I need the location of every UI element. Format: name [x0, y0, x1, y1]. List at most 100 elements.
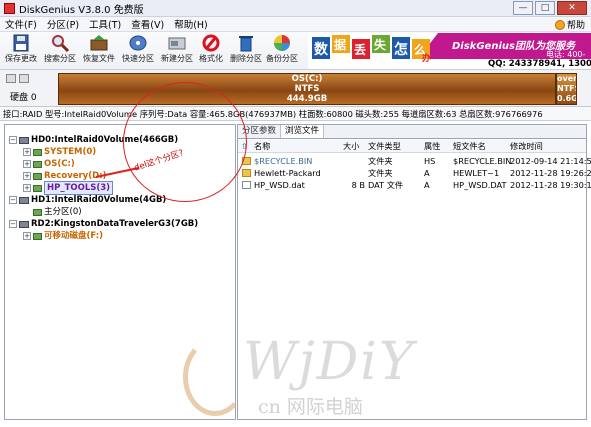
tree-item-primary-partition[interactable]: 主分区(0) — [33, 206, 82, 218]
file-size: 8 B — [351, 180, 365, 190]
expand-icon[interactable]: + — [23, 160, 31, 168]
col-short-name[interactable]: 短文件名 — [453, 140, 486, 152]
expand-icon[interactable]: + — [23, 184, 31, 192]
tree-label-rd2: RD2:KingstonDataTravelerG3(7GB) — [31, 219, 199, 229]
watermark-swoosh — [183, 338, 247, 416]
tree-item-system[interactable]: + SYSTEM(0) — [23, 146, 96, 158]
banner-char-2: 据 — [334, 38, 347, 52]
partition-os-fs: NTFS — [294, 84, 320, 94]
panel-tabs: 分区参数 浏览文件 — [238, 125, 586, 139]
help-icon — [554, 19, 565, 30]
table-row[interactable]: HP_WSD.dat 8 B DAT 文件 A HP_WSD.DAT 2012-… — [238, 179, 591, 191]
file-short-name: HEWLET~1 — [453, 168, 500, 178]
partition-os-block[interactable]: OS(C:) NTFS 444.9GB — [58, 73, 556, 105]
menu-file[interactable]: 文件(F) — [0, 17, 42, 31]
file-table-header: ⇧ 名称 大小 文件类型 属性 短文件名 修改时间 — [238, 140, 586, 153]
partition-icon — [33, 148, 42, 156]
tree-item-hd1[interactable]: − HD1:IntelRaid0Volume(4GB) — [9, 194, 166, 206]
delete-partition-button[interactable]: 删除分区 — [227, 34, 265, 68]
file-short-name: $RECYCLE.BIN — [453, 156, 512, 166]
prev-disk-icon[interactable] — [6, 74, 16, 83]
tab-partition-params[interactable]: 分区参数 — [238, 125, 282, 138]
recover-files-button[interactable]: 恢复文件 — [80, 34, 118, 68]
window-title: DiskGenius V3.8.0 免费版 — [19, 4, 144, 16]
expand-icon[interactable]: + — [23, 148, 31, 156]
tree-label-system: SYSTEM(0) — [44, 147, 97, 157]
col-type[interactable]: 文件类型 — [368, 140, 401, 152]
tree-item-os[interactable]: + OS(C:) — [23, 158, 75, 170]
tree-label-hd0: HD0:IntelRaid0Volume(466GB) — [31, 135, 179, 145]
col-name[interactable]: 名称 — [254, 140, 270, 152]
partition-recovery-fs: NTFS — [557, 84, 576, 93]
menu-partition[interactable]: 分区(P) — [42, 17, 84, 31]
file-name: Hewlett-Packard — [254, 168, 321, 178]
format-button[interactable]: 格式化 — [192, 34, 230, 68]
up-arrow-icon[interactable]: ⇧ — [241, 142, 248, 151]
banner-char-3: 丢 — [354, 43, 367, 57]
partition-icon — [33, 232, 42, 240]
col-attr[interactable]: 属性 — [424, 140, 440, 152]
file-mtime: 2012-11-28 19:30:12 — [510, 180, 591, 190]
file-attr: HS — [424, 156, 436, 166]
hard-disk-icon — [19, 196, 29, 204]
expand-icon[interactable]: + — [23, 232, 31, 240]
recover-icon — [90, 35, 108, 51]
disk-icon — [129, 35, 147, 51]
file-name: $RECYCLE.BIN — [254, 156, 313, 166]
next-disk-icon[interactable] — [19, 74, 29, 83]
hard-disk-icon — [19, 136, 29, 144]
window-controls: — □ ✕ — [513, 1, 587, 15]
help-button[interactable]: 帮助 — [554, 18, 585, 31]
promo-banner[interactable]: 数 据 丢 失 怎 么 办 DiskGenius团队为您服务 电话: 400- … — [308, 33, 591, 69]
close-button[interactable]: ✕ — [557, 1, 587, 15]
col-modified[interactable]: 修改时间 — [510, 140, 543, 152]
table-row[interactable]: $RECYCLE.BIN 文件夹 HS $RECYCLE.BIN 2012-09… — [238, 155, 591, 167]
partition-os-name: OS(C:) — [291, 74, 323, 84]
banner-char-1: 数 — [314, 42, 328, 58]
title-bar: DiskGenius V3.8.0 免费版 — □ ✕ — [0, 0, 591, 17]
tree-item-removable-disk[interactable]: + 可移动磁盘(F:) — [23, 230, 103, 242]
file-type: DAT 文件 — [368, 180, 404, 190]
backup-icon — [274, 35, 290, 51]
banner-qq-text: QQ: 243378941, 1300 — [488, 59, 591, 69]
new-partition-button[interactable]: 新建分区 — [158, 34, 196, 68]
save-changes-button[interactable]: 保存更改 — [2, 34, 40, 68]
delete-icon — [239, 36, 253, 52]
maximize-button[interactable]: □ — [535, 1, 555, 15]
file-name: HP_WSD.dat — [254, 180, 305, 190]
table-row[interactable]: Hewlett-Packard 文件夹 A HEWLET~1 2012-11-2… — [238, 167, 591, 179]
backup-partition-button[interactable]: 备份分区 — [263, 34, 301, 68]
collapse-icon[interactable]: − — [9, 136, 17, 144]
minimize-button[interactable]: — — [513, 1, 533, 15]
tree-item-hd0[interactable]: − HD0:IntelRaid0Volume(466GB) — [9, 134, 178, 146]
partition-recovery-size: 0.6G — [557, 94, 577, 103]
new-partition-icon — [168, 37, 186, 50]
help-label: 帮助 — [566, 21, 585, 31]
menu-help[interactable]: 帮助(H) — [169, 17, 213, 31]
tree-label-os: OS(C:) — [44, 159, 75, 169]
partition-icon — [33, 208, 42, 216]
disk-info-line: 接口:RAID 型号:IntelRaid0Volume 序列号:Data 容量:… — [0, 107, 591, 121]
file-type: 文件夹 — [368, 168, 393, 178]
disk-nav-arrows — [6, 74, 29, 83]
banner-char-7: 办 — [422, 54, 432, 64]
disk-map: 硬盘 0 OS(C:) NTFS 444.9GB overy NTFS 0.6G — [0, 70, 591, 107]
usb-disk-icon — [19, 220, 29, 228]
partition-icon — [33, 160, 42, 168]
tree-item-hp-tools[interactable]: + HP_TOOLS(3) — [23, 181, 114, 195]
menu-view[interactable]: 查看(V) — [126, 17, 169, 31]
folder-icon — [242, 169, 251, 177]
collapse-icon[interactable]: − — [9, 196, 17, 204]
col-size[interactable]: 大小 — [343, 140, 359, 152]
tab-browse-files[interactable]: 浏览文件 — [281, 125, 325, 138]
expand-icon[interactable]: + — [23, 172, 31, 180]
tree-item-rd2[interactable]: − RD2:KingstonDataTravelerG3(7GB) — [9, 218, 198, 230]
file-mtime: 2012-11-28 19:26:20 — [510, 168, 591, 178]
watermark-sub: cn 网际电脑 — [258, 396, 363, 418]
partition-recovery-block[interactable]: overy NTFS 0.6G — [556, 73, 577, 105]
folder-icon — [242, 157, 251, 165]
search-partition-button[interactable]: 搜索分区 — [41, 34, 79, 68]
collapse-icon[interactable]: − — [9, 220, 17, 228]
quick-partition-button[interactable]: 快速分区 — [119, 34, 157, 68]
menu-tools[interactable]: 工具(T) — [84, 17, 126, 31]
